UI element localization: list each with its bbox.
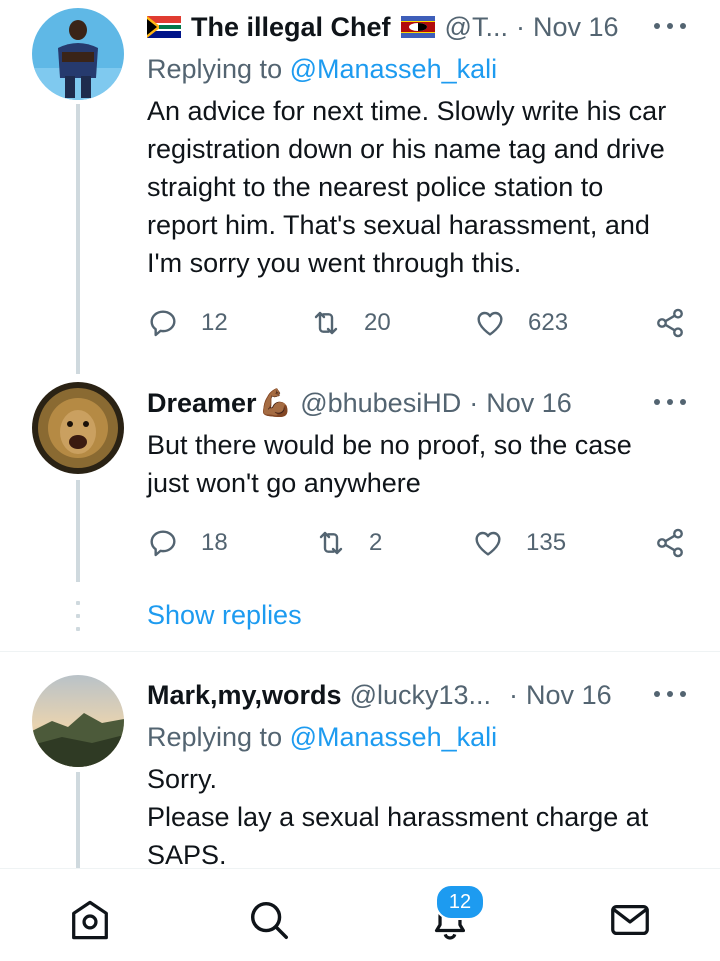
like-count: 623: [528, 309, 569, 336]
tweet-header: The illegal Chef @T... · Nov 16: [147, 10, 619, 44]
display-name[interactable]: Mark,my,words: [147, 680, 342, 711]
tweet-text: An advice for next time. Slowly write hi…: [147, 92, 707, 282]
south-africa-flag-icon: [147, 16, 181, 38]
mention-link[interactable]: @Manasseh_kali: [290, 722, 498, 752]
more-icon[interactable]: [654, 21, 686, 31]
share-icon: [657, 528, 683, 558]
flexed-biceps-emoji: 💪🏾: [258, 388, 293, 419]
tweet-text-line: But there would be no proof, so the case: [147, 430, 632, 460]
tweet-text-line: registration down or his name tag and dr…: [147, 134, 665, 164]
avatar[interactable]: [32, 8, 124, 100]
user-handle[interactable]: @lucky13...: [350, 680, 491, 711]
tweet-text-line: An advice for next time. Slowly write hi…: [147, 96, 667, 126]
tweet-time[interactable]: Nov 16: [486, 388, 572, 419]
tweet-text: But there would be no proof, so the case…: [147, 426, 707, 502]
separator-dot: ·: [515, 11, 525, 42]
tweet-text-line: just won't go anywhere: [147, 468, 421, 498]
like-button[interactable]: 623: [474, 307, 568, 339]
search-tab[interactable]: [246, 897, 292, 943]
divider: [0, 651, 720, 652]
show-replies-link[interactable]: Show replies: [147, 600, 302, 631]
notifications-badge: 12: [435, 884, 485, 920]
tweet-text: Sorry. Please lay a sexual harassment ch…: [147, 760, 707, 874]
retweet-icon: [319, 531, 343, 555]
tweet-text-line: Sorry.: [147, 764, 218, 794]
heart-icon: [477, 311, 503, 336]
replying-to-label: Replying to: [147, 54, 283, 84]
separator-dot: ·: [469, 387, 479, 418]
more-icon[interactable]: [654, 397, 686, 407]
share-icon: [657, 308, 683, 338]
retweet-icon: [314, 311, 338, 335]
thread-line: [76, 104, 80, 374]
avatar[interactable]: [32, 675, 124, 767]
reply-count: 12: [201, 309, 228, 336]
like-count: 135: [526, 529, 567, 556]
tweet-time[interactable]: Nov 16: [526, 680, 612, 711]
bottom-nav: [0, 868, 720, 961]
like-button[interactable]: 135: [472, 527, 566, 559]
tweet-text-line: I'm sorry you went through this.: [147, 248, 522, 278]
user-handle[interactable]: @T...: [445, 12, 508, 43]
retweet-button[interactable]: 20: [310, 307, 391, 339]
display-name[interactable]: Dreamer: [147, 388, 257, 419]
mention-link[interactable]: @Manasseh_kali: [290, 54, 498, 84]
tweet-text-line: straight to the nearest police station t…: [147, 172, 604, 202]
replying-to: Replying to @Manasseh_kali: [147, 54, 497, 85]
user-handle[interactable]: @bhubesiHD: [300, 388, 461, 419]
heart-icon: [475, 531, 501, 556]
search-icon: [250, 901, 288, 939]
reply-button[interactable]: 18: [147, 527, 228, 559]
more-icon[interactable]: [654, 689, 686, 699]
replying-to: Replying to @Manasseh_kali: [147, 722, 497, 753]
share-button[interactable]: [654, 307, 686, 339]
thread-line: [76, 480, 80, 582]
replying-to-label: Replying to: [147, 722, 283, 752]
avatar[interactable]: [32, 382, 124, 474]
separator-dot: ·: [509, 679, 519, 710]
retweet-button[interactable]: 2: [315, 527, 382, 559]
retweet-count: 2: [369, 529, 383, 556]
tweet-time[interactable]: Nov 16: [533, 12, 619, 43]
reply-icon: [150, 310, 176, 337]
mail-icon: [611, 904, 649, 936]
reply-button[interactable]: 12: [147, 307, 228, 339]
reply-count: 18: [201, 529, 228, 556]
tweet-text-line: report him. That's sexual harassment, an…: [147, 210, 650, 240]
home-icon: [72, 900, 108, 940]
tweet-header: Dreamer 💪🏾 @bhubesiHD · Nov 16: [147, 386, 572, 420]
reply-icon: [150, 530, 176, 557]
eswatini-flag-icon: [400, 16, 435, 38]
thread-dotted-line: [76, 601, 80, 640]
retweet-count: 20: [364, 309, 391, 336]
share-button[interactable]: [654, 527, 686, 559]
tweet-text-line: Please lay a sexual harassment charge at: [147, 802, 649, 832]
display-name[interactable]: The illegal Chef: [191, 12, 391, 43]
thread-line: [76, 772, 80, 868]
home-tab[interactable]: [67, 897, 113, 943]
messages-tab[interactable]: [607, 897, 653, 943]
tweet-header: Mark,my,words @lucky13... · Nov 16: [147, 678, 612, 712]
